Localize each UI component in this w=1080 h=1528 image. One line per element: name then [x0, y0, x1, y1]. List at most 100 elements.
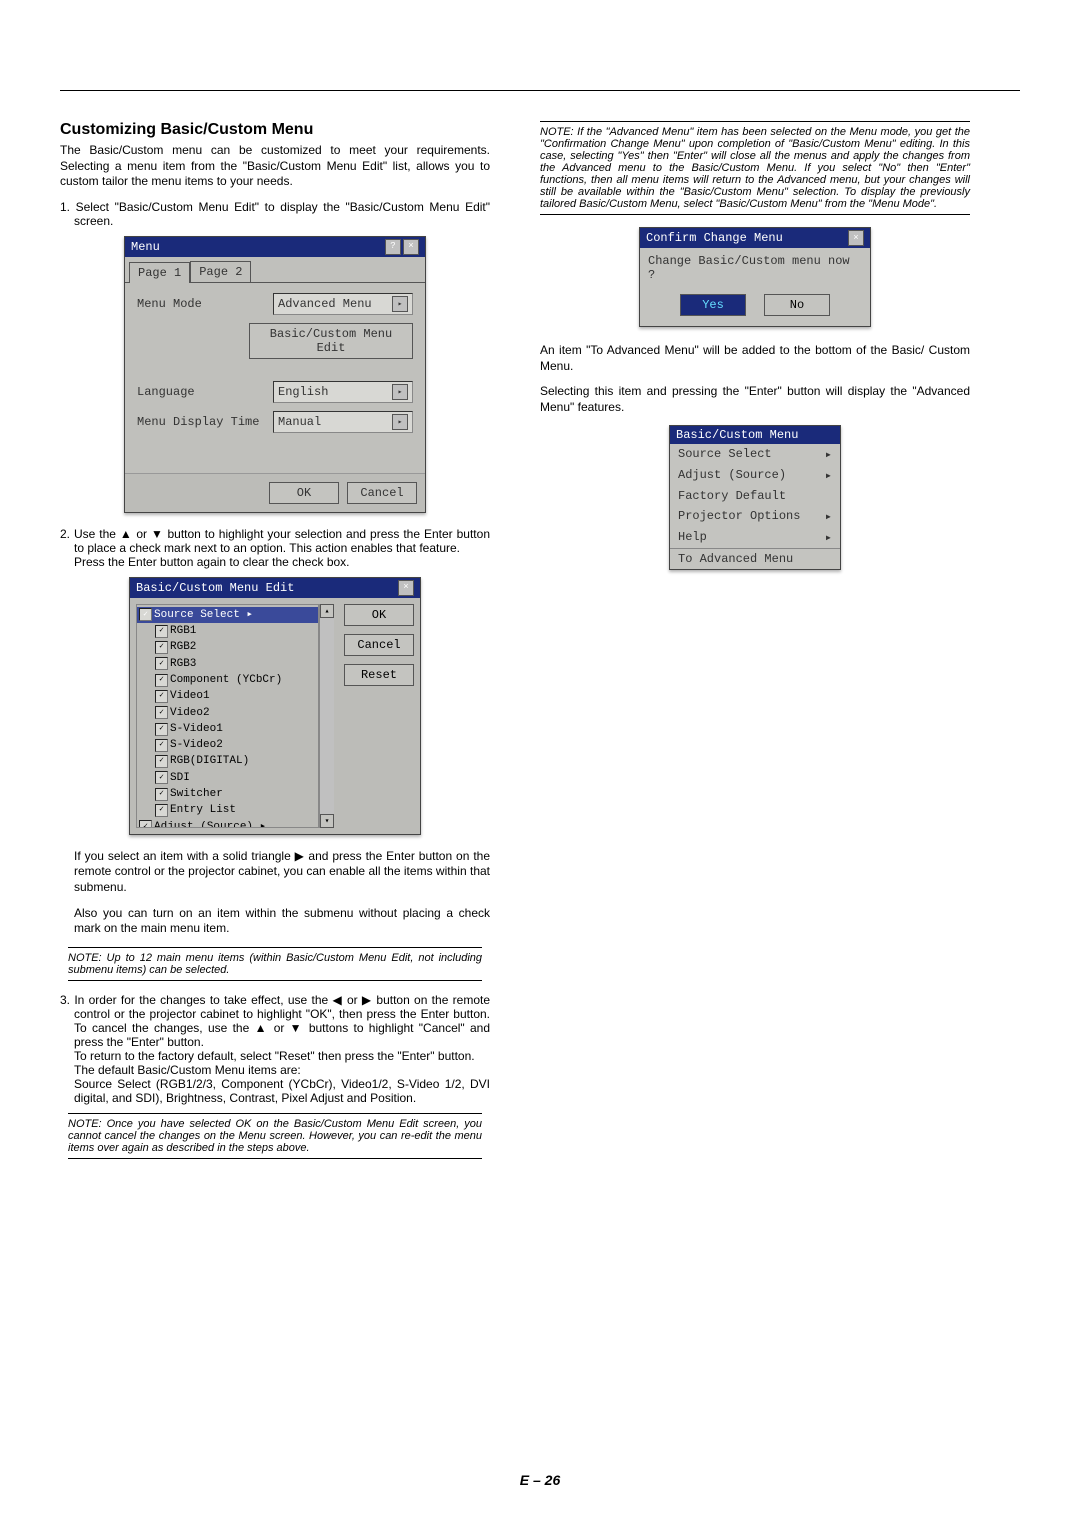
checklist-item-label: Adjust (Source) ▸ [154, 820, 266, 828]
menu-item-label: Source Select [678, 447, 772, 462]
step-3c-text: The default Basic/Custom Menu items are: [74, 1063, 301, 1077]
checklist-item-label: Video1 [170, 689, 210, 703]
tab-page-2[interactable]: Page 2 [190, 261, 251, 282]
chevron-right-icon: ▸ [825, 509, 832, 524]
checklist-item[interactable]: ✓Component (YCbCr) [137, 672, 318, 688]
menu-edit-checklist[interactable]: ✓Source Select ▸✓RGB1✓RGB2✓RGB3✓Componen… [136, 604, 319, 828]
tab-page-1[interactable]: Page 1 [129, 262, 190, 283]
cancel-button[interactable]: Cancel [344, 634, 414, 656]
intro-paragraph: The Basic/Custom menu can be customized … [60, 143, 490, 190]
menu-item-label: Factory Default [678, 489, 786, 503]
confirm-dialog-screenshot: Confirm Change Menu × Change Basic/Custo… [639, 227, 871, 327]
right-column: NOTE: If the "Advanced Menu" item has be… [540, 121, 970, 1171]
checklist-item[interactable]: ✓S-Video1 [137, 721, 318, 737]
checklist-item-label: Source Select ▸ [154, 608, 253, 622]
basic-custom-edit-button[interactable]: Basic/Custom Menu Edit [249, 323, 413, 359]
checkbox-icon[interactable]: ✓ [155, 674, 168, 687]
chevron-right-icon: ▸ [825, 530, 832, 545]
checkbox-icon[interactable]: ✓ [155, 706, 168, 719]
checkbox-icon[interactable]: ✓ [139, 820, 152, 828]
checklist-item-label: Video2 [170, 706, 210, 720]
menu-mode-dropdown[interactable]: Advanced Menu ▸ [273, 293, 413, 315]
checkbox-icon[interactable]: ✓ [155, 723, 168, 736]
step-1: 1. Select "Basic/Custom Menu Edit" to di… [60, 200, 490, 228]
checklist-item-label: RGB3 [170, 657, 196, 671]
checkbox-icon[interactable]: ✓ [155, 690, 168, 703]
checklist-item-label: Component (YCbCr) [170, 673, 282, 687]
ok-button[interactable]: OK [344, 604, 414, 626]
checkbox-icon[interactable]: ✓ [155, 771, 168, 784]
display-time-dropdown[interactable]: Manual ▸ [273, 411, 413, 433]
menu-item-label: Adjust (Source) [678, 468, 786, 483]
rcol-text-2: Selecting this item and pressing the "En… [540, 384, 970, 415]
help-icon[interactable]: ? [385, 239, 401, 255]
reset-button[interactable]: Reset [344, 664, 414, 686]
yes-button[interactable]: Yes [680, 294, 746, 316]
step-2: 2. Use the ▲ or ▼ button to highlight yo… [60, 527, 490, 569]
checkbox-icon[interactable]: ✓ [155, 625, 168, 638]
menu-item[interactable]: To Advanced Menu [670, 548, 840, 569]
ok-button[interactable]: OK [269, 482, 339, 504]
checklist-item-label: S-Video2 [170, 738, 223, 752]
menu-item[interactable]: Factory Default [670, 486, 840, 506]
menu-item-label: To Advanced Menu [678, 552, 793, 566]
menu-dialog-titlebar: Menu ? × [125, 237, 425, 257]
scroll-up-icon[interactable]: ▴ [320, 604, 334, 618]
checklist-item-label: Entry List [170, 803, 236, 817]
scroll-down-icon[interactable]: ▾ [320, 814, 334, 828]
chevron-right-icon[interactable]: ▸ [392, 384, 408, 400]
checkbox-icon[interactable]: ✓ [155, 657, 168, 670]
language-label: Language [137, 385, 195, 399]
confirm-dialog-message: Change Basic/Custom menu now ? [640, 248, 870, 288]
edit-dialog-screenshot: Basic/Custom Menu Edit × ✓Source Select … [129, 577, 421, 835]
close-icon[interactable]: × [403, 239, 419, 255]
checklist-item[interactable]: ✓RGB2 [137, 639, 318, 655]
language-value: English [278, 385, 328, 399]
basic-custom-menu-screenshot: Basic/Custom Menu Source Select ▸ Adjust (… [669, 425, 841, 570]
checklist-item[interactable]: ✓RGB1 [137, 623, 318, 639]
checkbox-icon[interactable]: ✓ [155, 804, 168, 817]
checklist-item[interactable]: ✓SDI [137, 770, 318, 786]
chevron-right-icon[interactable]: ▸ [392, 414, 408, 430]
checkbox-icon[interactable]: ✓ [155, 739, 168, 752]
cancel-button[interactable]: Cancel [347, 482, 417, 504]
scrollbar[interactable]: ▴ ▾ [319, 604, 334, 828]
close-icon[interactable]: × [848, 230, 864, 246]
note-1: NOTE: Up to 12 main menu items (within B… [68, 947, 482, 981]
rcol-text-1: An item "To Advanced Menu" will be added… [540, 343, 970, 374]
checklist-item-label: RGB1 [170, 624, 196, 638]
checkbox-icon[interactable]: ✓ [155, 788, 168, 801]
checklist-item[interactable]: ✓RGB(DIGITAL) [137, 753, 318, 769]
no-button[interactable]: No [764, 294, 830, 316]
edit-dialog-title: Basic/Custom Menu Edit [136, 581, 294, 595]
menu-item[interactable]: Projector Options▸ [670, 506, 840, 527]
checklist-item[interactable]: ✓Entry List [137, 802, 318, 818]
menu-item[interactable]: Source Select ▸ [670, 444, 840, 465]
checklist-item[interactable]: ✓S-Video2 [137, 737, 318, 753]
checklist-item[interactable]: ✓RGB3 [137, 656, 318, 672]
step-3d-text: Source Select (RGB1/2/3, Component (YCbC… [74, 1077, 490, 1105]
menu-dialog-title: Menu [131, 240, 160, 254]
checklist-item[interactable]: ✓Adjust (Source) ▸ [137, 819, 318, 828]
checkbox-icon[interactable]: ✓ [155, 641, 168, 654]
menu-item-label: Help [678, 530, 707, 545]
close-icon[interactable]: × [398, 580, 414, 596]
chevron-right-icon[interactable]: ▸ [392, 296, 408, 312]
basic-menu-titlebar: Basic/Custom Menu [670, 426, 840, 444]
confirm-dialog-title: Confirm Change Menu [646, 231, 783, 245]
checkbox-icon[interactable]: ✓ [155, 755, 168, 768]
step-3: 3. In order for the changes to take effe… [60, 993, 490, 1105]
checklist-item[interactable]: ✓Source Select ▸ [137, 607, 318, 623]
chevron-right-icon: ▸ [825, 447, 832, 462]
language-dropdown[interactable]: English ▸ [273, 381, 413, 403]
step-2a-text: Use the ▲ or ▼ button to highlight your … [74, 527, 490, 555]
note-3: NOTE: If the "Advanced Menu" item has be… [540, 121, 970, 215]
menu-dialog-screenshot: Menu ? × Page 1 Page 2 Menu Mode Advance… [124, 236, 426, 513]
checklist-item[interactable]: ✓Switcher [137, 786, 318, 802]
menu-item[interactable]: Help ▸ [670, 527, 840, 548]
checklist-item-label: Switcher [170, 787, 223, 801]
checklist-item[interactable]: ✓Video2 [137, 705, 318, 721]
menu-item[interactable]: Adjust (Source)▸ [670, 465, 840, 486]
checklist-item[interactable]: ✓Video1 [137, 688, 318, 704]
checkbox-icon[interactable]: ✓ [139, 608, 152, 621]
